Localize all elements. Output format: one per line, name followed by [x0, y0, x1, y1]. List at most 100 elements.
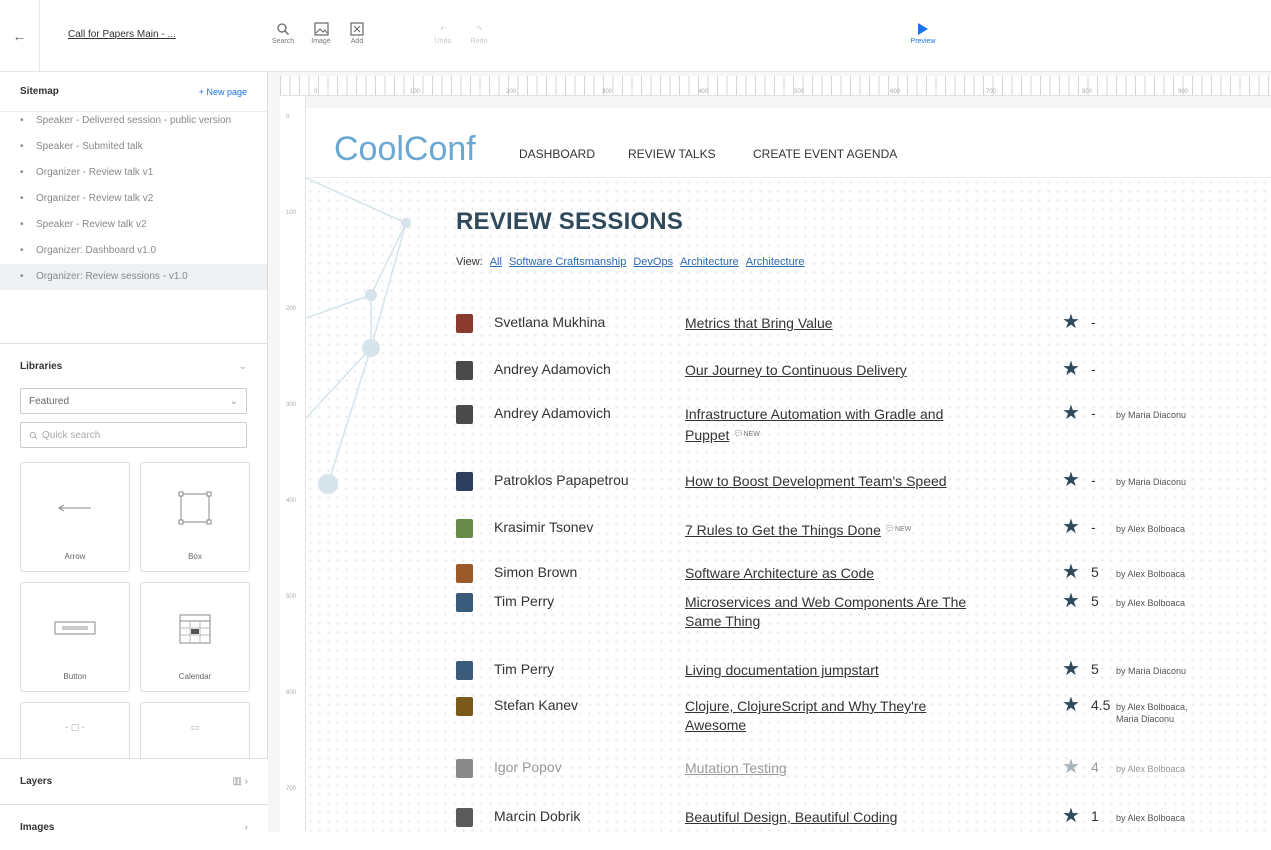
play-icon — [903, 20, 943, 38]
talk-title: Software Architecture as Code — [685, 565, 875, 581]
talk-title-link[interactable]: How to Boost Development Team's Speed — [685, 472, 985, 491]
star-icon[interactable]: ★ — [1062, 562, 1080, 582]
library-item[interactable]: ▭ — [140, 702, 250, 762]
quick-search-input[interactable]: Quick search — [20, 422, 247, 448]
undo-label: Undo — [434, 38, 452, 45]
box-shape-icon — [175, 463, 215, 552]
reviewer-name: by Maria Diaconu — [1116, 666, 1187, 676]
ruler-label: 600 — [890, 89, 901, 95]
talk-title-link[interactable]: Metrics that Bring Value — [685, 314, 985, 333]
talk-title-link[interactable]: Our Journey to Continuous Delivery — [685, 361, 985, 380]
rating-value: - — [1091, 314, 1096, 330]
sitemap-item[interactable]: • Organizer - Review talk v2 — [0, 186, 267, 212]
ruler-label: 500 — [794, 89, 805, 95]
library-item-calendar[interactable]: Calendar — [140, 582, 250, 692]
filter-devops[interactable]: DevOps — [633, 256, 673, 268]
reviewer-name: by Maria Diaconu — [1116, 477, 1187, 487]
star-icon[interactable]: ★ — [1062, 806, 1080, 826]
arrow-shape-icon — [55, 463, 95, 552]
talk-title-link[interactable]: Clojure, ClojureScript and Why They're A… — [685, 697, 985, 735]
talk-title-link[interactable]: 7 Rules to Get the Things Done 💬︎NEW — [685, 519, 985, 540]
star-icon[interactable]: ★ — [1062, 359, 1080, 379]
shape-icon: - ▢ - — [65, 721, 85, 732]
library-select[interactable]: Featured ⌄ — [20, 388, 247, 414]
layers-panel-header[interactable]: Layers ▥ › — [0, 758, 268, 804]
talk-title-link[interactable]: Living documentation jumpstart — [685, 661, 985, 680]
rating-value: - — [1091, 361, 1096, 377]
page-artboard[interactable]: CoolConf DASHBOARD REVIEW TALKS CREATE E… — [306, 108, 1271, 832]
sitemap-item[interactable]: • Speaker - Review talk v2 — [0, 212, 267, 238]
libraries-header[interactable]: Libraries ⌄ — [0, 344, 267, 388]
preview-button[interactable]: Preview — [903, 20, 943, 45]
image-tool-label: Image — [311, 38, 331, 45]
comment-icon: 💬︎ — [733, 429, 744, 438]
comment-badge[interactable]: 💬︎NEW — [885, 519, 912, 539]
star-icon[interactable]: ★ — [1062, 695, 1080, 715]
sitemap-item-label: Organizer: Review sessions - v1.0 — [36, 271, 188, 282]
calendar-shape-icon — [177, 583, 213, 672]
speaker-avatar — [456, 314, 473, 333]
comment-icon: 💬︎ — [884, 524, 896, 533]
image-tool-button[interactable]: Image — [303, 20, 339, 45]
filter-all[interactable]: All — [490, 256, 502, 268]
sitemap-item-label: Speaker - Submited talk — [36, 141, 143, 152]
add-tool-label: Add — [350, 38, 364, 45]
filter-architecture[interactable]: Architecture — [746, 256, 805, 268]
ruler-label: 0 — [314, 89, 318, 95]
vertical-ruler: 0 100 200 300 400 500 600 700 — [280, 96, 306, 832]
star-icon[interactable]: ★ — [1062, 403, 1080, 423]
filter-architecture[interactable]: Architecture — [680, 256, 739, 268]
sitemap-item[interactable]: • Organizer: Dashboard v1.0 — [0, 238, 267, 264]
nav-dashboard[interactable]: DASHBOARD — [519, 147, 595, 161]
nav-review-talks[interactable]: REVIEW TALKS — [628, 147, 716, 161]
new-page-link[interactable]: + New page — [199, 87, 247, 97]
sitemap-list[interactable]: • Speaker - Delivered session - public ve… — [0, 112, 267, 344]
filter-software-craftsmanship[interactable]: Software Craftsmanship — [509, 256, 626, 268]
comment-badge[interactable]: 💬︎NEW — [733, 424, 760, 444]
talk-title-link[interactable]: Infrastructure Automation with Gradle an… — [685, 405, 985, 445]
nav-create-event-agenda[interactable]: CREATE EVENT AGENDA — [753, 147, 897, 161]
add-box-icon — [339, 20, 375, 38]
talk-title-link[interactable]: Beautiful Design, Beautiful Coding — [685, 808, 985, 827]
site-logo[interactable]: CoolConf — [334, 130, 476, 169]
sitemap-item-label: Organizer - Review talk v2 — [36, 193, 154, 204]
reviewer-name: by Alex Bolboaca — [1116, 764, 1186, 774]
ruler-label: 400 — [698, 89, 709, 95]
library-item-arrow[interactable]: Arrow — [20, 462, 130, 572]
design-canvas[interactable]: 0 100 200 300 400 500 600 700 800 900 0 … — [268, 72, 1271, 832]
talk-title-link[interactable]: Software Architecture as Code — [685, 564, 985, 583]
search-tool-button[interactable]: Search — [265, 20, 301, 45]
preview-label: Preview — [910, 38, 936, 45]
images-panel-header[interactable]: Images › — [0, 804, 268, 850]
talk-title: Infrastructure Automation with Gradle an… — [685, 406, 944, 443]
star-icon[interactable]: ★ — [1062, 470, 1080, 490]
star-icon[interactable]: ★ — [1062, 312, 1080, 332]
talk-title-link[interactable]: Mutation Testing — [685, 759, 985, 778]
sitemap-title: Sitemap — [20, 86, 59, 97]
talk-title-link[interactable]: Microservices and Web Components Are The… — [685, 593, 985, 631]
speaker-name: Andrey Adamovich — [494, 405, 611, 421]
speaker-name: Marcin Dobrik — [494, 808, 581, 824]
sitemap-item[interactable]: • Speaker - Submited talk — [0, 134, 267, 160]
star-icon[interactable]: ★ — [1062, 659, 1080, 679]
back-button[interactable]: ← — [0, 0, 40, 72]
redo-button[interactable]: ↷ Redo — [461, 20, 497, 45]
nav-divider — [306, 177, 1271, 178]
document-title[interactable]: Call for Papers Main - ... — [68, 29, 176, 40]
add-tool-button[interactable]: Add — [339, 20, 375, 45]
library-item[interactable]: - ▢ - — [20, 702, 130, 762]
star-icon[interactable]: ★ — [1062, 591, 1080, 611]
sitemap-item-label: Organizer: Dashboard v1.0 — [36, 245, 157, 256]
ruler-label: 200 — [286, 306, 297, 312]
star-icon[interactable]: ★ — [1062, 517, 1080, 537]
library-item-label: Arrow — [64, 552, 86, 561]
speaker-avatar — [456, 661, 473, 680]
talk-title: Our Journey to Continuous Delivery — [685, 362, 907, 378]
library-item-button[interactable]: Button — [20, 582, 130, 692]
sitemap-item[interactable]: • Organizer - Review talk v1 — [0, 160, 267, 186]
library-item-box[interactable]: Box — [140, 462, 250, 572]
sitemap-item-selected[interactable]: • Organizer: Review sessions - v1.0 — [0, 264, 267, 290]
star-icon[interactable]: ★ — [1062, 757, 1080, 777]
sitemap-item[interactable]: • Speaker - Delivered session - public ve… — [0, 112, 267, 134]
undo-button[interactable]: ↶ Undo — [425, 20, 461, 45]
